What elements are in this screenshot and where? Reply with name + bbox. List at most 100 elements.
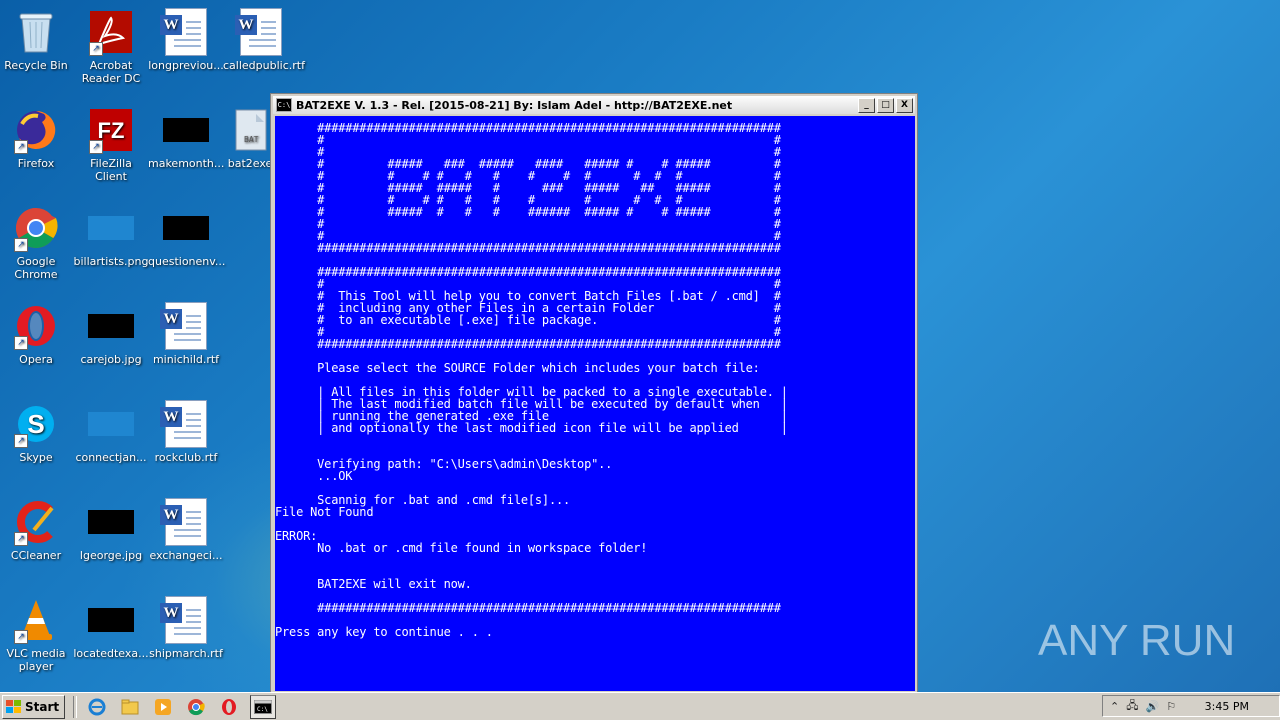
- window-titlebar[interactable]: C:\ BAT2EXE V. 1.3 - Rel. [2015-08-21] B…: [273, 96, 915, 114]
- desktop-icon-acrobat-reader[interactable]: ↗ Acrobat Reader DC: [73, 8, 149, 85]
- desktop-icon-label: Opera: [19, 353, 53, 366]
- desktop-icon-google-chrome[interactable]: ↗ Google Chrome: [0, 204, 74, 281]
- taskbar-media-player-icon[interactable]: [151, 696, 175, 718]
- taskbar-chrome-icon[interactable]: [184, 696, 208, 718]
- image-file-icon: [162, 106, 210, 154]
- desktop-icon-label: carejob.jpg: [80, 353, 142, 366]
- taskbar-clock[interactable]: 3:45 PM: [1205, 700, 1249, 713]
- network-icon[interactable]: 🖧: [1126, 697, 1138, 716]
- filezilla-icon: FZ ↗: [87, 106, 135, 154]
- vlc-cone-icon: ↗: [12, 596, 60, 644]
- word-document-icon: W: [160, 400, 210, 448]
- desktop-icon-label: Recycle Bin: [4, 59, 68, 72]
- volume-icon[interactable]: 🔊: [1145, 700, 1159, 713]
- desktop-icon-label: questionenv...: [148, 255, 226, 268]
- shortcut-arrow-icon: ↗: [89, 140, 103, 154]
- taskbar-ie-icon[interactable]: [85, 696, 109, 718]
- shortcut-arrow-icon: ↗: [14, 532, 28, 546]
- start-label: Start: [25, 699, 60, 714]
- shortcut-arrow-icon: ↗: [89, 42, 103, 56]
- desktop-icon-label: FileZilla Client: [90, 157, 132, 183]
- image-file-icon: [87, 302, 135, 350]
- taskbar-separator: [73, 695, 78, 718]
- desktop-icon-shipmarch[interactable]: W shipmarch.rtf: [148, 596, 224, 660]
- close-button[interactable]: X: [896, 97, 913, 113]
- image-file-icon: [162, 204, 210, 252]
- desktop-icon-connectjan[interactable]: connectjan...: [73, 400, 149, 464]
- console-text: ########################################…: [275, 121, 788, 639]
- desktop-icon-label: minichild.rtf: [152, 353, 220, 366]
- desktop-icon-ccleaner[interactable]: ↗ CCleaner: [0, 498, 74, 562]
- desktop-icon-label: billartists.png: [73, 255, 149, 268]
- shortcut-arrow-icon: ↗: [14, 140, 28, 154]
- desktop-icon-rockclub[interactable]: W rockclub.rtf: [148, 400, 224, 464]
- desktop-icon-minichild[interactable]: W minichild.rtf: [148, 302, 224, 366]
- shortcut-arrow-icon: ↗: [14, 630, 28, 644]
- console-icon: C:\: [276, 98, 292, 112]
- skype-icon: S ↗: [12, 400, 60, 448]
- desktop-icon-label: Skype: [19, 451, 53, 464]
- desktop-icon-label: calledpublic.rtf: [223, 59, 305, 72]
- word-document-icon: W: [235, 8, 285, 56]
- desktop-icon-calledpublic[interactable]: W calledpublic.rtf: [223, 8, 305, 72]
- desktop-icon-opera[interactable]: ↗ Opera: [0, 302, 74, 366]
- svg-text:S: S: [27, 409, 44, 439]
- desktop-icon-label: shipmarch.rtf: [149, 647, 223, 660]
- desktop-icon-billartists[interactable]: billartists.png: [73, 204, 149, 268]
- desktop-icon-vlc[interactable]: ↗ VLC media player: [0, 596, 74, 673]
- desktop-icon-label: Acrobat Reader DC: [81, 59, 141, 85]
- desktop-icon-questionenv[interactable]: questionenv...: [148, 204, 226, 268]
- action-center-flag-icon[interactable]: ⚐: [1166, 700, 1176, 713]
- desktop-icon-label: connectjan...: [75, 451, 147, 464]
- svg-text:C:\: C:\: [257, 706, 268, 713]
- bat2exe-console-window[interactable]: C:\ BAT2EXE V. 1.3 - Rel. [2015-08-21] B…: [270, 93, 918, 693]
- shortcut-arrow-icon: ↗: [14, 238, 28, 252]
- desktop-icon-label: Google Chrome: [14, 255, 58, 281]
- watermark-text: ANY RUN: [1038, 616, 1236, 665]
- desktop-icon-label: Firefox: [17, 157, 55, 170]
- shortcut-arrow-icon: ↗: [14, 336, 28, 350]
- taskbar-opera-icon[interactable]: [217, 696, 241, 718]
- start-button[interactable]: Start: [2, 694, 66, 719]
- word-document-icon: W: [160, 498, 210, 546]
- window-title: BAT2EXE V. 1.3 - Rel. [2015-08-21] By: I…: [296, 98, 733, 112]
- taskbar-console-icon[interactable]: C:\: [250, 694, 277, 719]
- maximize-button[interactable]: □: [877, 97, 894, 113]
- chrome-icon: ↗: [12, 204, 60, 252]
- minimize-button[interactable]: _: [858, 97, 875, 113]
- desktop-icon-label: VLC media player: [6, 647, 66, 673]
- show-hidden-icons-chevron-icon[interactable]: ⌃: [1110, 700, 1119, 713]
- desktop-icon-firefox[interactable]: ↗ Firefox: [0, 106, 74, 170]
- image-file-icon: [87, 204, 135, 252]
- word-document-icon: W: [160, 302, 210, 350]
- desktop-icon-exchangeci[interactable]: W exchangeci...: [148, 498, 224, 562]
- system-tray: ⌃ 🖧 🔊 ⚐ 3:45 PM: [1102, 695, 1280, 717]
- desktop-icon-recycle-bin[interactable]: Recycle Bin: [0, 8, 74, 72]
- shortcut-arrow-icon: ↗: [14, 434, 28, 448]
- desktop-icon-carejob[interactable]: carejob.jpg: [73, 302, 149, 366]
- desktop-icon-label: longpreviou...: [148, 59, 224, 72]
- firefox-icon: ↗: [12, 106, 60, 154]
- desktop-icon-lgeorge[interactable]: lgeorge.jpg: [73, 498, 149, 562]
- desktop-icon-locatedtexa[interactable]: locatedtexa...: [73, 596, 149, 660]
- desktop-icon-label: CCleaner: [10, 549, 62, 562]
- svg-text:BAT: BAT: [244, 135, 259, 144]
- desktop-icon-filezilla[interactable]: FZ ↗ FileZilla Client: [73, 106, 149, 183]
- bat2exe-icon: BAT: [226, 106, 274, 154]
- console-output-area[interactable]: ########################################…: [275, 116, 915, 691]
- opera-icon: ↗: [12, 302, 60, 350]
- word-document-icon: W: [160, 596, 210, 644]
- image-file-icon: [87, 498, 135, 546]
- image-file-icon: [87, 400, 135, 448]
- image-file-icon: [87, 596, 135, 644]
- taskbar: Start C:\ ⌃ 🖧 🔊 ⚐ 3:45 PM: [0, 692, 1280, 720]
- desktop-icon-label: rockclub.rtf: [154, 451, 218, 464]
- acrobat-icon: ↗: [87, 8, 135, 56]
- windows-flag-icon: [6, 699, 22, 714]
- desktop-icon-label: exchangeci...: [149, 549, 223, 562]
- desktop-icon-longpreviou[interactable]: W longpreviou...: [148, 8, 224, 72]
- word-document-icon: W: [160, 8, 210, 56]
- taskbar-explorer-icon[interactable]: [118, 696, 142, 718]
- desktop-icon-label: locatedtexa...: [73, 647, 149, 660]
- desktop-icon-skype[interactable]: S ↗ Skype: [0, 400, 74, 464]
